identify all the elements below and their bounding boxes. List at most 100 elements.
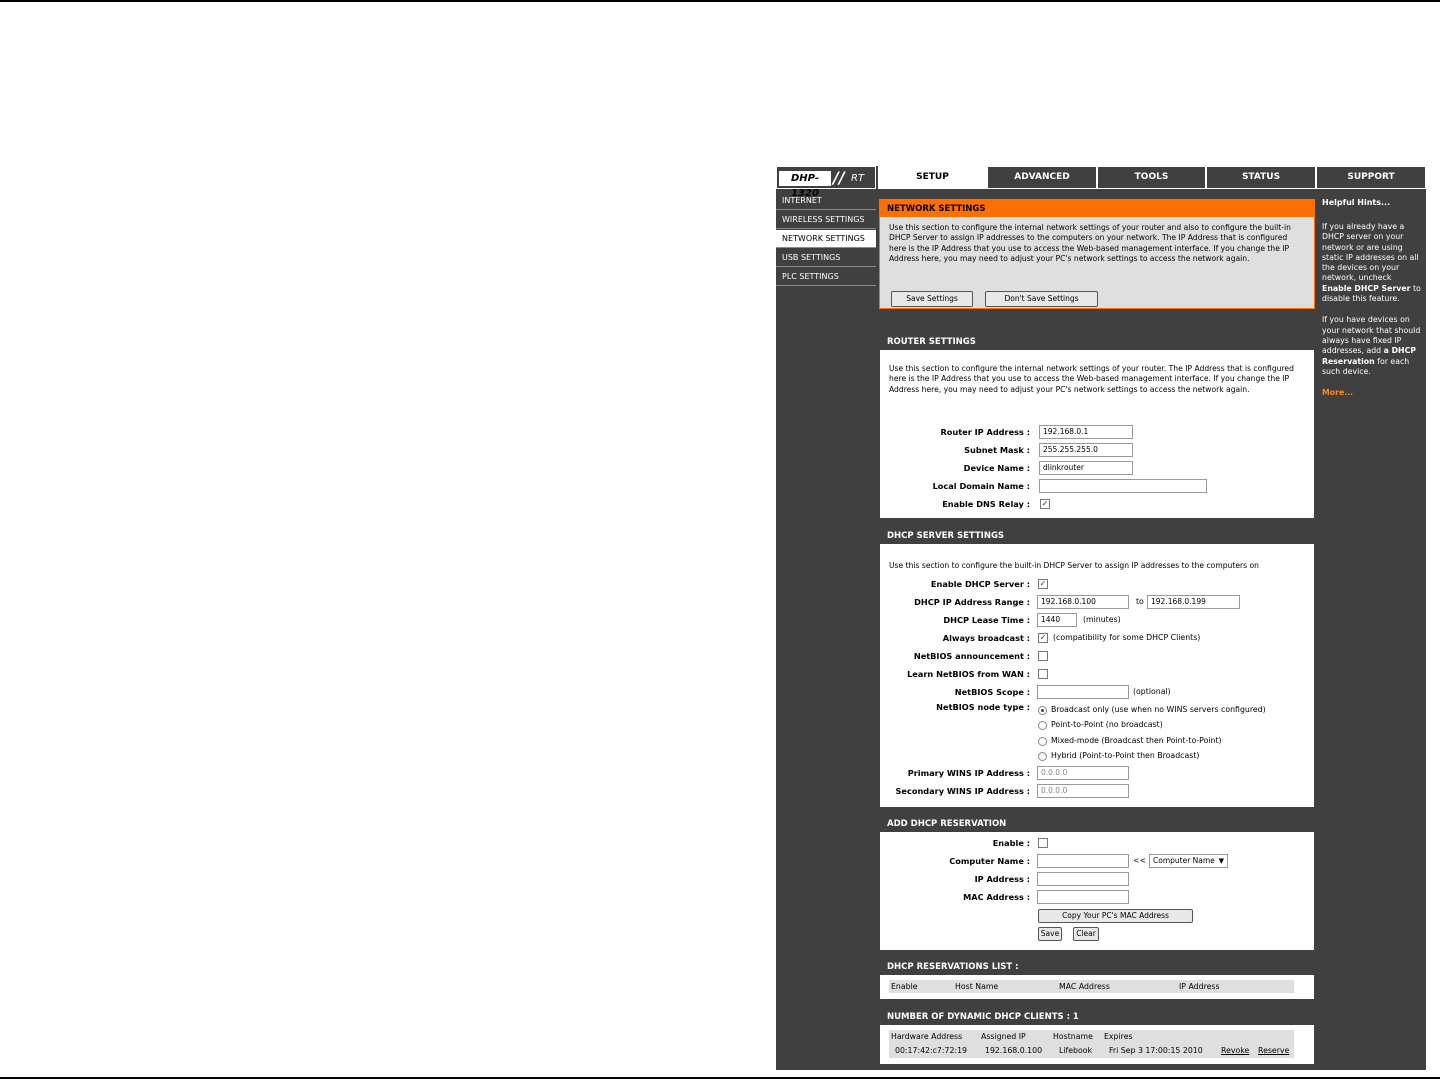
secondary-wins-input[interactable]: 0.0.0.0 [1037,784,1129,798]
netbios-scope-input[interactable] [1037,685,1129,699]
reservation-ip-label: IP Address : [974,874,1030,884]
revoke-link[interactable]: Revoke [1221,1044,1249,1057]
computer-name-select[interactable]: Computer Name ▼ [1149,854,1228,868]
router-ip-label: Router IP Address : [940,427,1030,437]
tab-setup[interactable]: SETUP [878,166,987,189]
helpful-hints-panel: Helpful Hints... If you already have a D… [1318,192,1426,1070]
enable-dhcp-checkbox[interactable]: ✓ [1038,579,1048,589]
col-hardware-address: Hardware Address [891,1032,963,1041]
netbios-announcement-label: NetBIOS announcement : [913,651,1030,661]
sidebar: INTERNET WIRELESS SETTINGS NETWORK SETTI… [776,192,876,287]
col-hostname: Hostname [1053,1032,1093,1041]
secondary-wins-row: Secondary WINS IP Address : 0.0.0.0 [880,783,1316,799]
computer-name-select-value: Computer Name [1153,856,1215,865]
computer-name-input[interactable] [1037,854,1129,868]
col-ip-address: IP Address [1179,982,1220,991]
tab-status[interactable]: STATUS [1206,166,1316,189]
always-broadcast-label: Always broadcast : [942,633,1030,643]
reservation-enable-row: Enable : [880,835,1316,851]
device-name-label: Device Name : [963,463,1030,473]
chevron-down-icon: ▼ [1218,857,1224,865]
copy-mac-button[interactable]: Copy Your PC's MAC Address [1038,909,1193,923]
netbios-wan-row: Learn NetBIOS from WAN : [880,666,1316,682]
node-hybrid-radio[interactable] [1038,752,1047,761]
sidebar-item-wireless-settings[interactable]: WIRELESS SETTINGS [776,211,876,229]
dhcp-lease-input[interactable]: 1440 [1037,613,1077,627]
more-hints-link[interactable]: More... [1322,388,1422,397]
brand-model: DHP-1320 [779,171,831,199]
col-mac-address: MAC Address [1059,982,1110,991]
dhcp-clients-table: Hardware Address Assigned IP Hostname Ex… [889,1030,1294,1058]
primary-wins-input[interactable]: 0.0.0.0 [1037,766,1129,780]
network-settings-title: NETWORK SETTINGS [880,200,1314,217]
subnet-mask-label: Subnet Mask : [964,445,1030,455]
netbios-scope-label: NetBIOS Scope : [954,687,1030,697]
reservation-save-button[interactable]: Save [1038,927,1062,941]
brand-slashes: // [833,168,845,187]
dhcp-lease-unit: (minutes) [1083,615,1121,624]
reservation-clear-button[interactable]: Clear [1073,927,1099,941]
save-settings-button[interactable]: Save Settings [891,291,973,307]
client-hardware-address: 00:17:42:c7:72:19 [895,1046,967,1055]
reservation-enable-checkbox[interactable] [1038,838,1048,848]
dhcp-server-title: DHCP SERVER SETTINGS [880,527,1314,544]
node-p2p-label: Point-to-Point (no broadcast) [1051,720,1163,729]
sidebar-item-plc-settings[interactable]: PLC SETTINGS [776,268,876,286]
computer-name-arrows: << [1133,856,1147,865]
primary-wins-row: Primary WINS IP Address : 0.0.0.0 [880,765,1316,781]
dont-save-settings-button[interactable]: Don't Save Settings [985,291,1098,307]
enable-dhcp-label: Enable DHCP Server : [930,579,1030,589]
dns-relay-label: Enable DNS Relay : [942,499,1030,509]
sidebar-item-network-settings[interactable]: NETWORK SETTINGS [776,230,876,248]
router-ip-input[interactable]: 192.168.0.1 [1039,425,1133,439]
sidebar-item-internet[interactable]: INTERNET [776,192,876,210]
dhcp-range-start-input[interactable]: 192.168.0.100 [1037,595,1129,609]
reservation-mac-row: MAC Address : [880,889,1316,905]
netbios-scope-note: (optional) [1133,687,1171,696]
tab-tools[interactable]: TOOLS [1097,166,1206,189]
main-content: NETWORK SETTINGS Use this section to con… [879,192,1315,1070]
dhcp-range-to-label: to [1136,597,1144,606]
dhcp-lease-label: DHCP Lease Time : [943,615,1030,625]
hint-dhcp-server: If you already have a DHCP server on you… [1322,222,1422,304]
add-reservation-section: ADD DHCP RESERVATION Enable : Computer N… [879,814,1315,951]
reserve-link[interactable]: Reserve [1258,1044,1289,1057]
reservations-list-header: Enable Host Name MAC Address IP Address [889,980,1294,993]
reservation-mac-label: MAC Address : [963,892,1030,902]
computer-name-label: Computer Name : [949,856,1030,866]
brand-logo: DHP-1320 // RT [776,166,876,199]
tab-support[interactable]: SUPPORT [1316,166,1426,189]
reservation-ip-row: IP Address : [880,871,1316,887]
node-mixed-radio[interactable] [1038,737,1047,746]
hints-title: Helpful Hints... [1322,198,1391,207]
netbios-announcement-checkbox[interactable] [1038,651,1048,661]
netbios-wan-checkbox[interactable] [1038,669,1048,679]
col-expires: Expires [1104,1032,1133,1041]
reservation-mac-input[interactable] [1037,890,1129,904]
router-settings-section: ROUTER SETTINGS Use this section to conf… [879,332,1315,519]
subnet-mask-input[interactable]: 255.255.255.0 [1039,443,1133,457]
hint-reservation: If you have devices on your network that… [1322,315,1422,377]
reservation-ip-input[interactable] [1037,872,1129,886]
router-admin-window: DHP-1320 // RT SETUP ADVANCED TOOLS STAT… [776,166,1426,1070]
node-p2p-radio[interactable] [1038,721,1047,730]
always-broadcast-checkbox[interactable]: ✓ [1038,633,1048,643]
dns-relay-checkbox[interactable]: ✓ [1040,499,1050,509]
reservations-list-section: DHCP RESERVATIONS LIST : Enable Host Nam… [879,957,1315,1000]
col-enable: Enable [891,982,918,991]
network-settings-description: Use this section to configure the intern… [889,223,1291,263]
always-broadcast-note: (compatibility for some DHCP Clients) [1053,633,1201,642]
dhcp-range-end-input[interactable]: 192.168.0.199 [1147,595,1240,609]
dhcp-range-label: DHCP IP Address Range : [914,597,1030,607]
col-assigned-ip: Assigned IP [981,1032,1026,1041]
node-broadcast-radio[interactable] [1038,706,1047,715]
hint-dhcp-server-text: If you already have a DHCP server on you… [1322,222,1419,283]
tab-advanced[interactable]: ADVANCED [987,166,1097,189]
sidebar-item-usb-settings[interactable]: USB SETTINGS [776,249,876,267]
node-broadcast-label: Broadcast only (use when no WINS servers… [1051,705,1266,714]
device-name-input[interactable]: dlinkrouter [1039,461,1133,475]
local-domain-label: Local Domain Name : [932,481,1030,491]
local-domain-row: Local Domain Name : [880,478,1316,494]
hint-dhcp-server-bold: Enable DHCP Server [1322,283,1411,293]
local-domain-input[interactable] [1039,479,1207,493]
